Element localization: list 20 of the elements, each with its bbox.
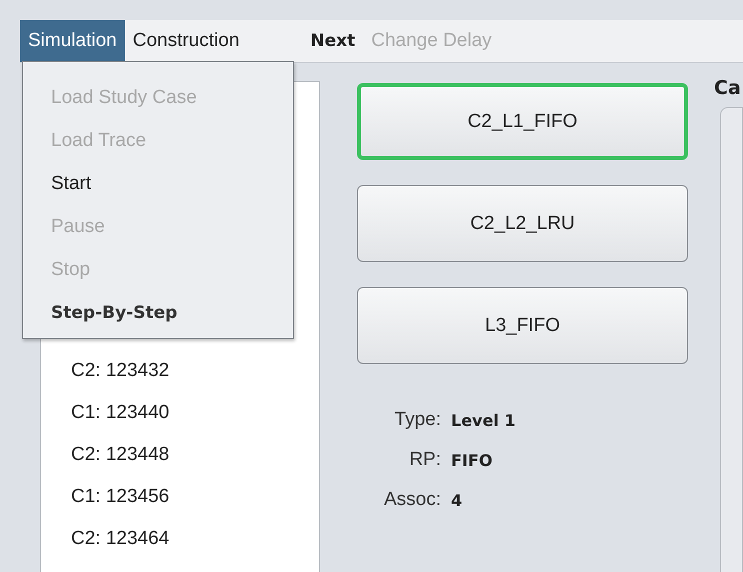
- cache-button[interactable]: C2_L1_FIFO: [357, 83, 688, 160]
- detail-value: FIFO: [451, 450, 494, 470]
- trace-entry[interactable]: C2: 123432: [41, 350, 319, 392]
- cache-button[interactable]: L3_FIFO: [357, 287, 688, 364]
- detail-label: Assoc:: [382, 489, 441, 511]
- detail-value: 4: [451, 490, 464, 510]
- trace-entry[interactable]: C2: 123448: [41, 434, 319, 476]
- menu-option[interactable]: Step-By-Step: [23, 291, 293, 334]
- trace-entry[interactable]: C1: 123456: [41, 476, 319, 518]
- menu-item[interactable]: Construction: [124, 20, 248, 62]
- detail-value: Level 1: [451, 410, 517, 430]
- cache-button[interactable]: C2_L2_LRU: [357, 185, 688, 262]
- menu-item[interactable]: Simulation: [20, 20, 125, 62]
- toolbar-action[interactable]: Next: [302, 31, 364, 51]
- detail-label: RP:: [408, 449, 441, 471]
- menu-option[interactable]: Start: [23, 162, 293, 205]
- trace-entry[interactable]: C2: 123464: [41, 518, 319, 560]
- detail-label: Type:: [394, 409, 441, 431]
- panel-title: Ca: [714, 77, 742, 99]
- trace-entry[interactable]: C1: 123440: [41, 392, 319, 434]
